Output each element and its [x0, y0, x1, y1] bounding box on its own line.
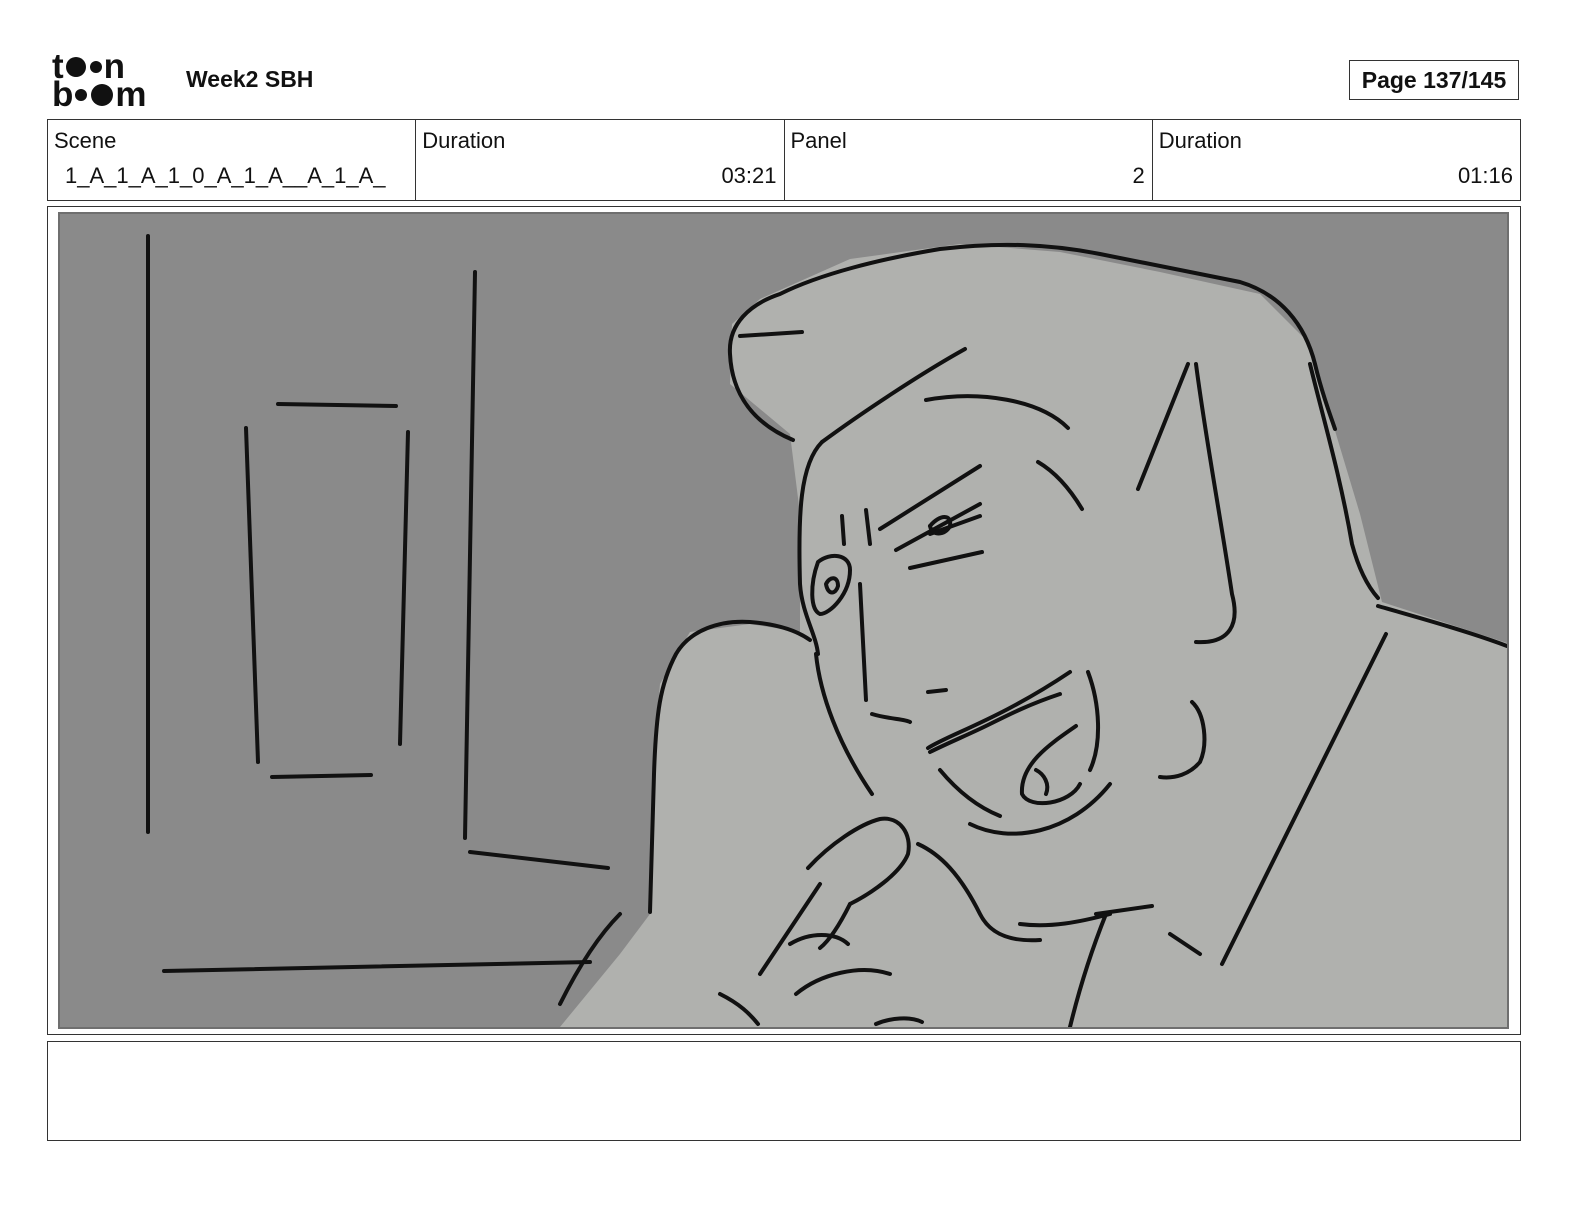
floor-line	[162, 960, 592, 973]
scene-cell: Scene 1_A_1_A_1_0_A_1_A__A_1_A_	[48, 120, 417, 200]
window-top	[276, 402, 398, 408]
panel-value: 2	[1132, 163, 1145, 188]
document-title: Week2 SBH	[186, 66, 314, 92]
window-right	[398, 430, 410, 746]
door-right-edge	[463, 270, 477, 840]
page-indicator: Page 137/145	[1349, 60, 1519, 100]
scene-value: 1_A_1_A_1_0_A_1_A__A_1_A_	[65, 163, 386, 188]
figure-silhouette	[560, 244, 1507, 1027]
door-bottom-edge	[468, 850, 610, 870]
panel-label: Panel	[790, 128, 847, 153]
panel-duration-value: 01:16	[1457, 163, 1513, 188]
nostril	[926, 688, 948, 694]
scene-duration-label: Duration	[422, 128, 506, 153]
storyboard-panel-image	[58, 212, 1509, 1029]
panel-duration-cell: Duration 01:16	[1153, 120, 1520, 200]
window-bottom	[270, 773, 373, 779]
panel-notes-box[interactable]	[47, 1041, 1521, 1141]
window-left	[244, 426, 260, 764]
furrow-1	[840, 514, 846, 546]
scene-duration-cell: Duration 03:21	[416, 120, 785, 200]
panel-cell: Panel 2	[785, 120, 1153, 200]
storyboard-sketch	[146, 234, 1507, 1027]
scene-info-table: Scene 1_A_1_A_1_0_A_1_A__A_1_A_ Duration…	[47, 119, 1521, 201]
scene-label: Scene	[54, 128, 117, 153]
panel-duration-label: Duration	[1158, 128, 1242, 153]
toonboom-logo: t n b m	[52, 47, 147, 114]
scene-duration-value: 03:21	[721, 163, 777, 188]
